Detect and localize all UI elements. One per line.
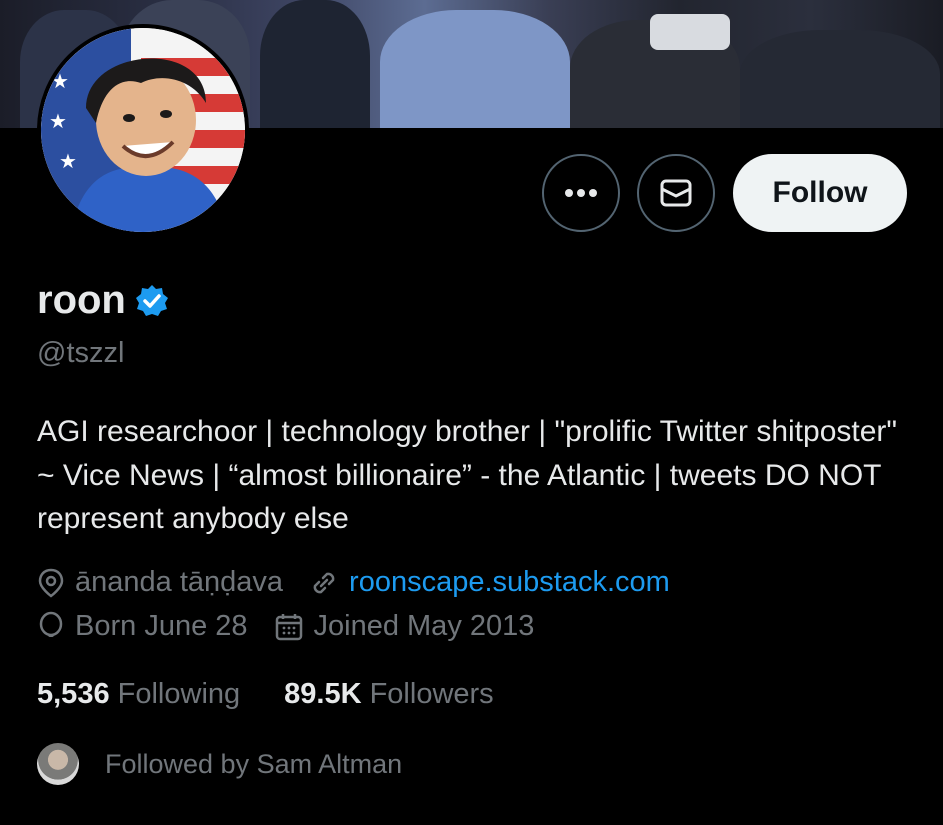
joined-text: Joined May 2013 — [313, 610, 535, 642]
profile-avatar[interactable]: ★ ★ ★ — [37, 24, 249, 236]
profile-meta-row: Born June 28 Joined May 2013 — [37, 610, 560, 643]
calendar-icon — [275, 613, 302, 640]
profile-meta-row: ānanda tāṇḍava roonscape.substack.com — [37, 566, 696, 599]
balloon-icon — [39, 611, 63, 637]
followers-label: Followers — [369, 678, 494, 710]
following-stat[interactable]: 5,536 Following — [37, 678, 240, 711]
followers-stat[interactable]: 89.5K Followers — [284, 678, 494, 711]
following-label: Following — [117, 678, 241, 710]
followed-by-text: Followed by Sam Altman — [105, 748, 403, 779]
more-dots-icon — [565, 189, 597, 197]
website-link[interactable]: roonscape.substack.com — [349, 566, 670, 599]
profile-handle: @tszzl — [37, 337, 125, 369]
more-options-button[interactable] — [542, 154, 620, 232]
svg-text:★: ★ — [59, 149, 77, 173]
verified-badge-icon[interactable] — [134, 283, 170, 319]
follow-button[interactable]: Follow — [733, 154, 907, 232]
follow-stats: 5,536 Following 89.5K Followers — [37, 678, 494, 711]
location-item: ānanda tāṇḍava — [37, 566, 283, 599]
location-pin-icon — [38, 568, 64, 598]
avatar-illustration: ★ ★ ★ — [41, 28, 245, 232]
svg-text:★: ★ — [49, 109, 67, 133]
link-icon — [313, 572, 335, 593]
following-count: 5,536 — [37, 678, 110, 710]
joined-item: Joined May 2013 — [274, 610, 535, 643]
birthday-item: Born June 28 — [37, 610, 248, 643]
birthday-text: Born June 28 — [75, 610, 248, 642]
location-text: ānanda tāṇḍava — [75, 566, 284, 598]
followed-by[interactable]: Followed by Sam Altman — [37, 743, 402, 785]
profile-bio: AGI researchoor | technology brother | "… — [37, 415, 898, 535]
follower-avatar — [37, 743, 79, 785]
followers-count: 89.5K — [284, 678, 362, 710]
message-button[interactable] — [637, 154, 715, 232]
profile-name: roon — [37, 278, 126, 322]
svg-text:★: ★ — [51, 69, 69, 93]
envelope-icon — [660, 179, 692, 207]
website-item[interactable]: roonscape.substack.com — [309, 566, 670, 599]
profile-name-row: roon — [37, 278, 170, 323]
